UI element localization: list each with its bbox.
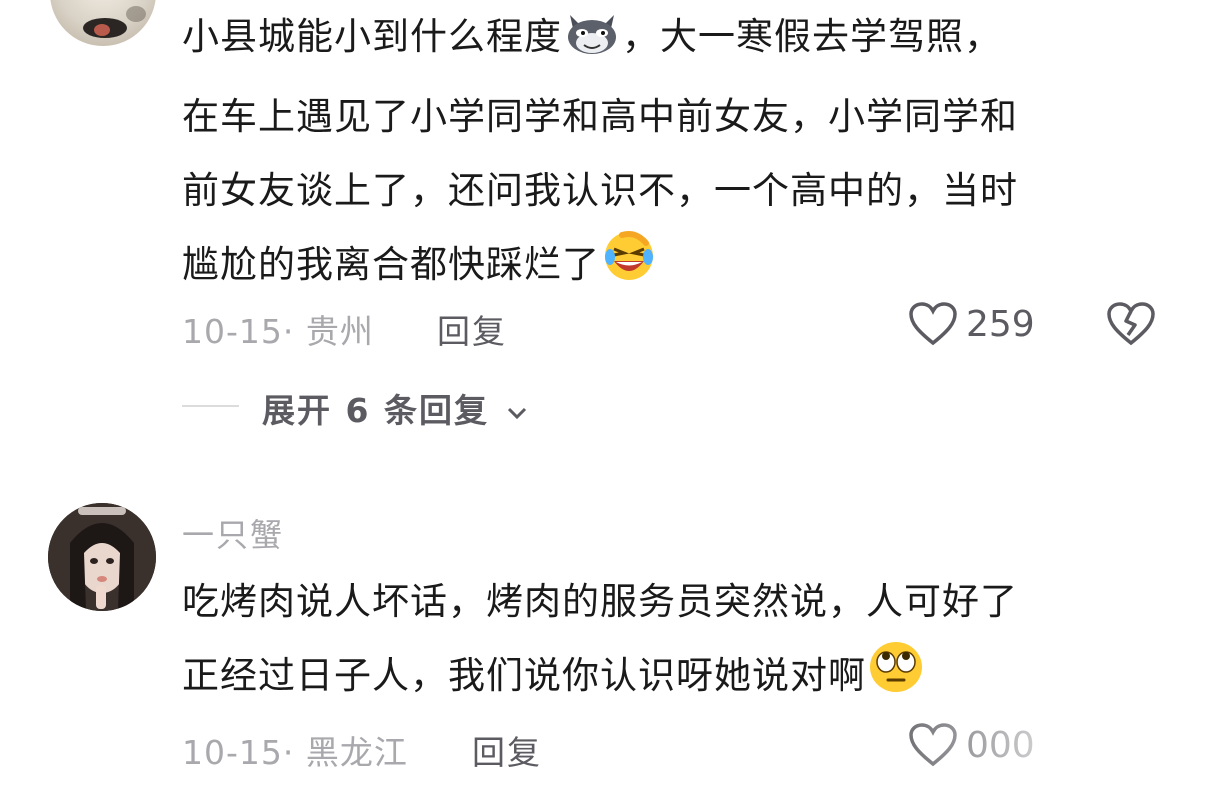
wolf-emoji-icon — [564, 6, 620, 80]
avatar[interactable] — [48, 503, 156, 611]
comment-line: 前女友谈上了，还问我认识不，一个高中的，当时 — [182, 169, 1018, 212]
avatar[interactable] — [50, 0, 156, 46]
dog-avatar-image — [83, 6, 146, 38]
bottom-fade-overlay — [876, 695, 1206, 785]
rolling-laughing-emoji-icon — [602, 229, 656, 308]
reply-button[interactable]: 回复 — [472, 726, 542, 774]
like-button[interactable]: 259 — [908, 301, 1035, 347]
comment-line: 吃烤肉说人坏话，烤肉的服务员突然说，人可好了 — [182, 580, 1018, 623]
divider — [182, 405, 239, 407]
like-count: 259 — [966, 303, 1035, 345]
username[interactable]: 一只蟹 — [182, 510, 284, 556]
comment-date-location: 10-15· 黑龙江 — [182, 733, 408, 772]
broken-heart-icon — [1107, 302, 1155, 346]
comment-line: 小县城能小到什么程度 ，大一寒假去学驾照， — [182, 0, 1182, 80]
expand-replies-button[interactable]: 展开 6 条回复 — [262, 384, 530, 432]
comment-line: 在车上遇见了小学同学和高中前女友，小学同学和 — [182, 95, 1018, 138]
reply-button[interactable]: 回复 — [437, 305, 507, 353]
dislike-button[interactable] — [1106, 301, 1156, 351]
comment-text: 小县城能小到什么程度 ，大一寒假去学驾照， 在车上遇见了小学同学和高中前女友，小… — [182, 0, 1182, 308]
heart-icon — [909, 302, 957, 346]
girl-avatar-image — [48, 503, 156, 611]
chevron-down-icon — [508, 407, 527, 419]
comment-date-location: 10-15· 贵州 — [182, 312, 374, 351]
comment-line: 尴尬的我离合都快踩烂了 — [182, 228, 1182, 308]
